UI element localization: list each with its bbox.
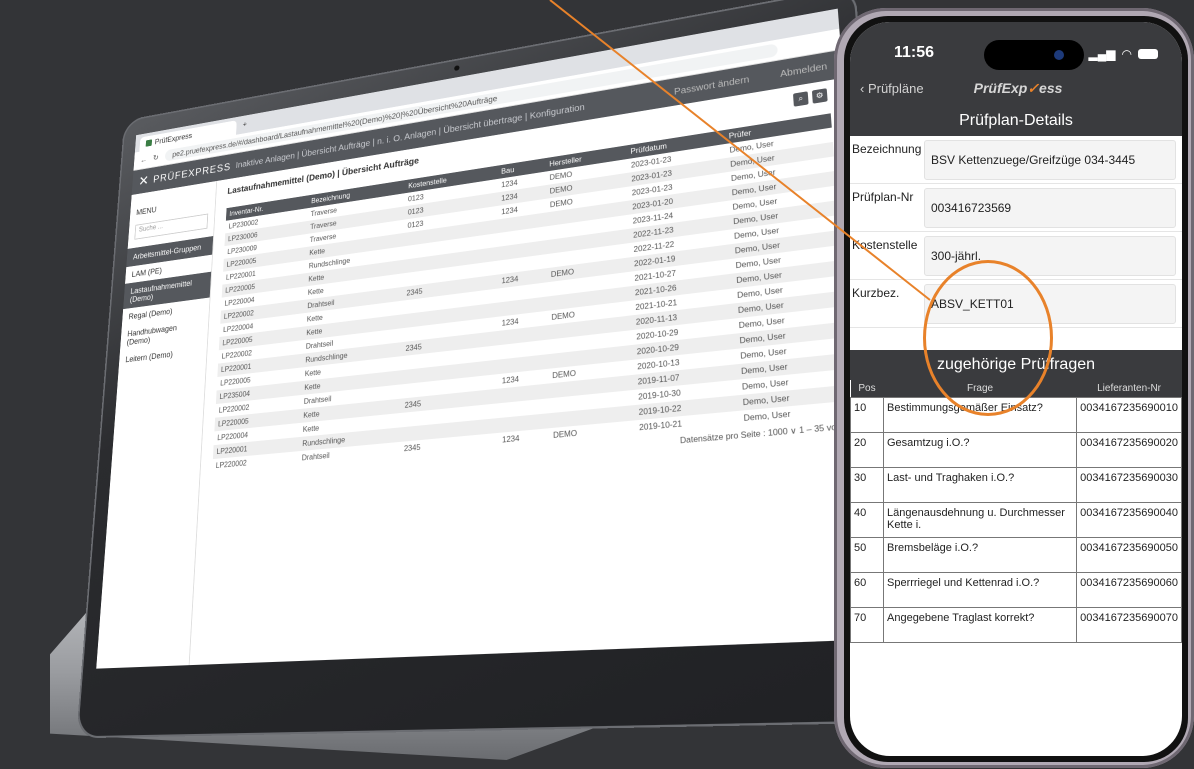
connector-line-top xyxy=(549,0,931,301)
connector-lines xyxy=(549,0,931,301)
